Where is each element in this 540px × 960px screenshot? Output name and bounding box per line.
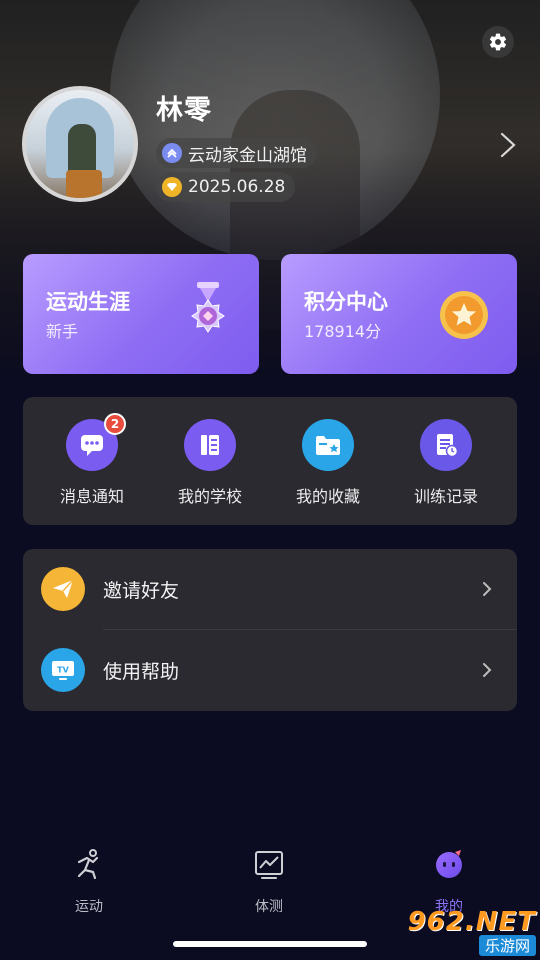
list-item-label: 使用帮助 (103, 660, 180, 683)
list-item-label: 邀请好友 (103, 579, 180, 602)
gear-icon (489, 33, 507, 51)
quick-item-label: 我的收藏 (295, 487, 360, 506)
tv-icon: TV (52, 661, 74, 680)
date-chip: 2025.06.28 (156, 172, 296, 202)
chevron-right-icon (483, 663, 492, 677)
tab-label: 运动 (75, 899, 103, 915)
tab-sports[interactable]: 运动 (39, 846, 139, 916)
vip-diamond-icon (162, 177, 182, 197)
school-book-icon (201, 435, 219, 455)
tab-label: 体测 (255, 899, 283, 915)
mascot-icon (436, 850, 462, 878)
member-date: 2025.06.28 (188, 177, 286, 197)
record-clock-icon (437, 434, 459, 458)
tab-fitness-test[interactable]: 体测 (219, 846, 319, 916)
list-item-invite-friends[interactable]: 邀请好友 (23, 549, 517, 629)
quick-item-training-records[interactable]: 训练记录 (391, 419, 501, 507)
watermark-logo: 962.NET 乐游网 (407, 906, 536, 956)
quick-item-label: 训练记录 (413, 487, 478, 506)
notification-count-badge: 2 (104, 413, 126, 435)
school-name: 云动家金山湖馆 (188, 145, 307, 166)
quick-item-notifications[interactable]: 2 消息通知 (37, 413, 147, 507)
sports-career-card[interactable]: 运动生涯 新手 (23, 254, 259, 374)
quick-actions-panel: 2 消息通知 我的学校 我的收藏 训练记录 (23, 397, 517, 525)
list-item-help[interactable]: TV 使用帮助 (23, 630, 517, 710)
chevron-right-icon (483, 582, 492, 596)
quick-item-my-school[interactable]: 我的学校 (155, 419, 265, 507)
school-badge-icon (162, 143, 182, 163)
star-coin-icon (440, 291, 488, 339)
running-icon (77, 849, 99, 880)
medal-icon (191, 282, 225, 333)
chevron-right-icon[interactable] (496, 130, 520, 160)
settings-button[interactable] (482, 26, 514, 58)
card-title: 积分中心 (304, 290, 388, 314)
settings-list-panel: 邀请好友 TV 使用帮助 (23, 549, 517, 711)
svg-text:TV: TV (57, 666, 69, 675)
card-title: 运动生涯 (46, 290, 130, 314)
quick-item-label: 我的学校 (177, 487, 242, 506)
points-center-card[interactable]: 积分中心 178914分 (281, 254, 517, 374)
card-subtitle: 新手 (46, 322, 79, 341)
card-subtitle: 178914分 (304, 322, 382, 341)
chart-icon (255, 851, 283, 879)
folder-star-icon (316, 436, 340, 455)
school-chip: 云动家金山湖馆 (156, 138, 317, 168)
avatar[interactable] (22, 86, 138, 202)
quick-item-favorites[interactable]: 我的收藏 (273, 419, 383, 507)
quick-item-label: 消息通知 (59, 487, 124, 506)
home-indicator (173, 941, 367, 947)
chat-bubble-icon (81, 435, 103, 456)
user-name: 林零 (156, 95, 212, 126)
paper-plane-icon (53, 579, 74, 598)
